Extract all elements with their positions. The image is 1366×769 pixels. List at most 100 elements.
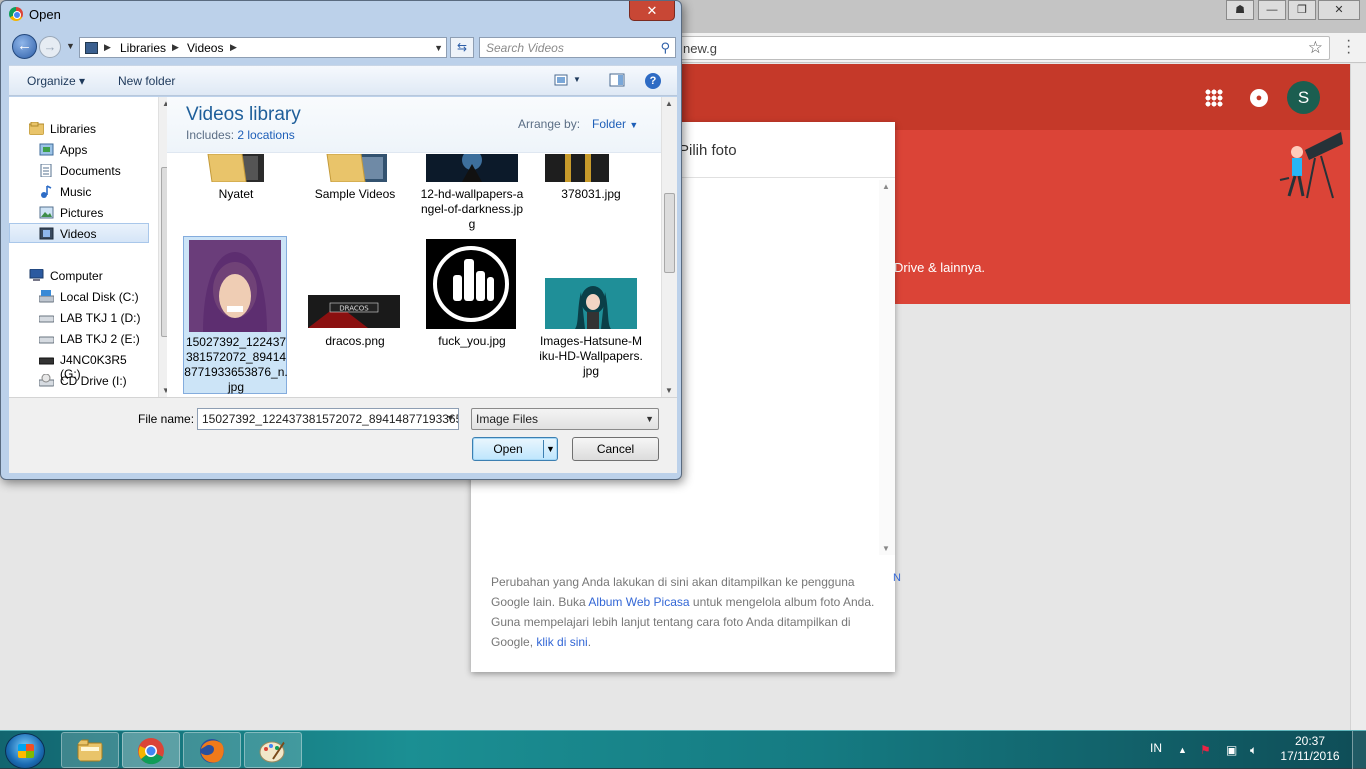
taskbar-paint[interactable] <box>244 732 302 768</box>
nav-j4nc0k3r5-g[interactable]: J4NC0K3R5 (G:) <box>9 350 149 381</box>
file-name: fuck_you.jpg <box>438 334 506 348</box>
minimize-icon[interactable]: — <box>1258 0 1286 20</box>
file-item[interactable]: fuck_you.jpg <box>420 236 524 348</box>
arrange-by-dropdown[interactable]: Folder ▼ <box>592 117 638 131</box>
change-view-icon[interactable] <box>554 73 570 87</box>
input-language[interactable]: IN <box>1150 741 1162 755</box>
restore-icon[interactable]: ❐ <box>1288 0 1316 20</box>
image-thumbnail <box>545 278 637 329</box>
action-center-icon[interactable]: ⚑ <box>1200 743 1211 757</box>
nav-label: Music <box>60 185 92 199</box>
file-name-dropdown-icon[interactable]: ▼ <box>446 413 455 423</box>
library-includes: Includes: 2 locations <box>186 128 295 142</box>
dialog-close-button[interactable]: ✕ <box>629 1 675 21</box>
show-hidden-icons-icon[interactable]: ▲ <box>1178 745 1187 755</box>
open-button-label: Open <box>493 442 523 456</box>
forward-arrow-icon[interactable]: → <box>39 36 61 58</box>
account-avatar[interactable]: S <box>1287 81 1320 114</box>
file-item[interactable]: DRACOS dracos.png <box>303 236 407 348</box>
picasa-link[interactable]: Album Web Picasa <box>588 595 689 609</box>
chrome-icon <box>138 738 164 765</box>
nav-apps[interactable]: Apps <box>9 140 149 160</box>
image-thumbnail <box>189 240 281 332</box>
scroll-down-icon[interactable]: ▼ <box>882 544 890 553</box>
pictures-icon <box>39 206 54 219</box>
file-name: 12-hd-wallpapers-angel-of-darkness.jpg <box>420 187 524 231</box>
taskbar-firefox[interactable] <box>183 732 241 768</box>
address-dropdown-icon[interactable]: ▼ <box>434 43 443 53</box>
locations-link[interactable]: 2 locations <box>237 128 294 142</box>
split-divider <box>543 440 544 458</box>
help-icon[interactable]: ? <box>645 73 661 89</box>
scroll-up-icon[interactable]: ▲ <box>882 182 890 191</box>
recent-locations-dropdown-icon[interactable]: ▼ <box>66 41 75 51</box>
view-dropdown-icon[interactable]: ▼ <box>573 75 581 84</box>
back-arrow-icon[interactable]: ← <box>12 34 37 59</box>
nav-lab-tkj-2-e[interactable]: LAB TKJ 2 (E:) <box>9 329 149 349</box>
file-item[interactable]: Images-Hatsune-Miku-HD-Wallpapers.jpg <box>539 236 643 386</box>
organize-label: Organize <box>27 74 76 88</box>
volume-icon[interactable]: 🔈︎ <box>1250 743 1257 758</box>
close-icon[interactable]: ✕ <box>1318 0 1360 20</box>
image-thumbnail <box>426 154 518 182</box>
search-icon[interactable]: ⚲ <box>660 40 670 56</box>
nav-libraries[interactable]: Libraries <box>9 119 149 139</box>
card-scrollbar[interactable]: ▲ ▼ <box>879 180 895 555</box>
nav-videos[interactable]: Videos <box>9 223 149 243</box>
scroll-down-icon[interactable]: ▼ <box>665 386 673 395</box>
network-icon[interactable]: ▣ <box>1226 743 1237 757</box>
edge-link[interactable]: N <box>893 572 901 584</box>
file-item[interactable]: Sample Videos <box>303 154 407 204</box>
taskbar-chrome[interactable] <box>122 732 180 768</box>
address-bar[interactable]: ▶ Libraries ▶ Videos ▶ ▼ <box>79 37 447 58</box>
firefox-icon <box>200 739 224 763</box>
file-item-selected[interactable]: 15027392_122437381572072_894148771933653… <box>183 236 288 394</box>
scroll-up-icon[interactable]: ▲ <box>665 99 673 108</box>
cancel-button[interactable]: Cancel <box>572 437 659 461</box>
file-list-scrollbar[interactable]: ▲ ▼ <box>661 97 677 397</box>
file-item[interactable]: Nyatet <box>184 154 288 204</box>
breadcrumb-libraries[interactable]: Libraries <box>120 41 166 55</box>
omnibox[interactable]: new.g ☆ <box>676 36 1330 60</box>
file-item[interactable]: 378031.jpg <box>539 154 643 204</box>
file-list-scroll-thumb[interactable] <box>664 193 675 273</box>
nav-music[interactable]: Music <box>9 182 149 202</box>
search-box[interactable]: Search Videos ⚲ <box>479 37 676 58</box>
music-icon <box>41 185 52 198</box>
nav-documents[interactable]: Documents <box>9 161 149 181</box>
user-icon[interactable]: ☗ <box>1226 0 1254 20</box>
search-input[interactable]: Search Videos <box>486 41 564 55</box>
file-item[interactable]: 12-hd-wallpapers-angel-of-darkness.jpg <box>420 154 524 234</box>
breadcrumb-arrow-icon[interactable]: ▶ <box>230 42 237 53</box>
navigation-pane: Libraries Apps Documents Music Pictures … <box>9 97 172 397</box>
organize-button[interactable]: Organize ▾ <box>27 74 85 88</box>
chrome-menu-icon[interactable]: · · · <box>1346 33 1360 61</box>
hero-text: Drive & lainnya. <box>894 260 986 275</box>
breadcrumb-videos[interactable]: Videos <box>187 41 223 55</box>
file-type-select[interactable]: Image Files ▼ <box>471 408 659 430</box>
url-text: new.g <box>683 41 717 56</box>
telescope-illustration-icon <box>1279 132 1343 199</box>
nav-lab-tkj-1-d[interactable]: LAB TKJ 1 (D:) <box>9 308 149 328</box>
apps-grid-icon[interactable] <box>1205 89 1223 107</box>
open-button[interactable]: Open ▼ <box>472 437 558 461</box>
file-name-input[interactable]: 15027392_122437381572072_894148771933655 <box>197 408 459 430</box>
nav-local-disk-c[interactable]: Local Disk (C:) <box>9 287 149 307</box>
preview-pane-icon[interactable] <box>609 73 625 87</box>
taskbar-explorer[interactable] <box>61 732 119 768</box>
bookmark-star-icon[interactable]: ☆ <box>1308 38 1323 58</box>
breadcrumb-arrow-icon[interactable]: ▶ <box>172 42 179 53</box>
nav-cd-drive-i[interactable]: CD Drive (I:) <box>9 371 149 391</box>
nav-pictures[interactable]: Pictures <box>9 203 149 223</box>
refresh-icon[interactable]: ⇆ <box>450 37 474 58</box>
start-button[interactable] <box>5 733 45 769</box>
new-folder-button[interactable]: New folder <box>118 74 175 88</box>
page-scrollbar[interactable] <box>1350 64 1366 730</box>
open-options-dropdown-icon[interactable]: ▼ <box>546 438 555 460</box>
show-desktop-button[interactable] <box>1352 731 1366 769</box>
notifications-bell-icon[interactable]: ● <box>1250 89 1268 107</box>
breadcrumb-arrow-icon[interactable]: ▶ <box>104 42 111 53</box>
nav-computer[interactable]: Computer <box>9 266 149 286</box>
learn-more-link[interactable]: klik di sini <box>536 635 587 649</box>
system-clock[interactable]: 20:37 17/11/2016 <box>1278 734 1342 764</box>
